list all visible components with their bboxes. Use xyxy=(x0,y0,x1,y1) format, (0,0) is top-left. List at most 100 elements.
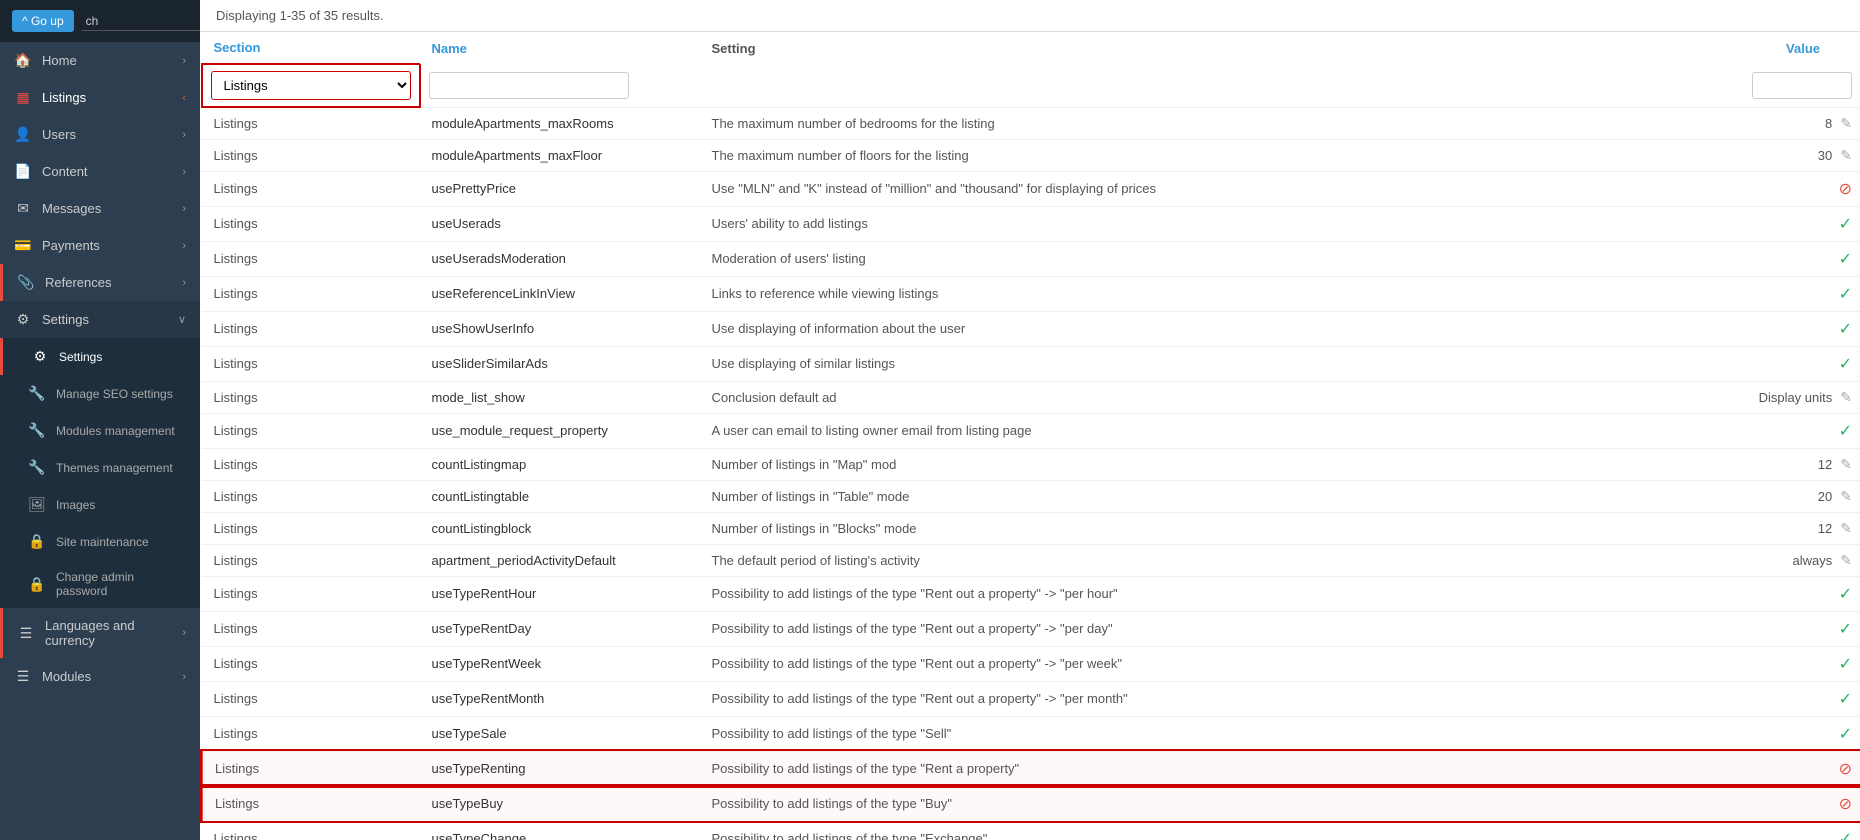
value-text: 30 xyxy=(1818,148,1832,163)
row-section: Listings xyxy=(202,786,420,821)
themes-mgmt-icon: 🔧 xyxy=(28,459,46,476)
row-value: ✓ xyxy=(1700,821,1860,840)
go-up-button[interactable]: ^ Go up xyxy=(12,10,74,32)
row-section: Listings xyxy=(202,576,420,611)
site-maintenance-icon: 🔒 xyxy=(28,533,46,550)
edit-icon[interactable]: ✎ xyxy=(1840,552,1852,568)
sidebar-item-references[interactable]: 📎 References › xyxy=(0,264,200,301)
table-row: ListingsuseSliderSimilarAdsUse displayin… xyxy=(202,346,1860,381)
row-setting: Use displaying of information about the … xyxy=(700,311,1701,346)
table-row: ListingsuseReferenceLinkInViewLinks to r… xyxy=(202,276,1860,311)
row-setting: Possibility to add listings of the type … xyxy=(700,821,1701,840)
sidebar-item-themes-mgmt[interactable]: 🔧 Themes management xyxy=(0,449,200,486)
row-setting: The default period of listing's activity xyxy=(700,544,1701,576)
row-name: countListingblock xyxy=(420,512,700,544)
cross-icon: ⊘ xyxy=(1839,181,1852,198)
col-setting: Setting xyxy=(700,32,1701,64)
check-icon: ✓ xyxy=(1839,216,1852,233)
row-section: Listings xyxy=(202,276,420,311)
sidebar-item-content[interactable]: 📄 Content › xyxy=(0,153,200,190)
value-text: Display units xyxy=(1759,390,1833,405)
table-row: ListingsuseTypeRentWeekPossibility to ad… xyxy=(202,646,1860,681)
row-section: Listings xyxy=(202,646,420,681)
row-value: ✓ xyxy=(1700,576,1860,611)
table-row: ListingsuseTypeRentDayPossibility to add… xyxy=(202,611,1860,646)
sidebar-label-themes-mgmt: Themes management xyxy=(56,461,186,475)
row-name: useUseradsModeration xyxy=(420,241,700,276)
row-name: useTypeChange xyxy=(420,821,700,840)
sidebar-item-modules[interactable]: ☰ Modules › xyxy=(0,658,200,695)
row-setting: Moderation of users' listing xyxy=(700,241,1701,276)
sidebar-item-manage-seo[interactable]: 🔧 Manage SEO settings xyxy=(0,375,200,412)
sidebar-label-settings: Settings xyxy=(59,350,186,364)
users-icon: 👤 xyxy=(14,126,32,143)
sidebar-item-settings[interactable]: ⚙ Settings xyxy=(0,338,200,375)
main-content: Displaying 1-35 of 35 results. Section N… xyxy=(200,0,1860,840)
sidebar-item-payments[interactable]: 💳 Payments › xyxy=(0,227,200,264)
edit-icon[interactable]: ✎ xyxy=(1840,115,1852,131)
row-section: Listings xyxy=(202,611,420,646)
row-setting: Possibility to add listings of the type … xyxy=(700,646,1701,681)
sidebar-item-site-maintenance[interactable]: 🔒 Site maintenance xyxy=(0,523,200,560)
row-value: ✓ xyxy=(1700,311,1860,346)
table-row: ListingsuseUseradsUsers' ability to add … xyxy=(202,206,1860,241)
sidebar-item-images[interactable]: 🖼 Images xyxy=(0,486,200,523)
sidebar-item-languages[interactable]: ☰ Languages and currency › xyxy=(0,608,200,658)
row-name: useTypeRentHour xyxy=(420,576,700,611)
row-value: always✎ xyxy=(1700,544,1860,576)
sidebar-item-listings[interactable]: ▦ Listings ‹ xyxy=(0,79,200,116)
value-filter-input[interactable] xyxy=(1752,72,1852,99)
table-row: ListingsuseTypeRentMonthPossibility to a… xyxy=(202,681,1860,716)
col-name: Name xyxy=(420,32,700,64)
edit-icon[interactable]: ✎ xyxy=(1840,488,1852,504)
manage-seo-icon: 🔧 xyxy=(28,385,46,402)
sidebar-label-change-admin: Change admin password xyxy=(56,570,186,598)
listings-icon: ▦ xyxy=(14,89,32,106)
content-icon: 📄 xyxy=(14,163,32,180)
row-setting: Possibility to add listings of the type … xyxy=(700,576,1701,611)
row-name: countListingmap xyxy=(420,448,700,480)
sidebar-label-payments: Payments xyxy=(42,238,182,253)
sidebar-label-modules-mgmt: Modules management xyxy=(56,424,186,438)
sidebar-item-change-admin[interactable]: 🔒 Change admin password xyxy=(0,560,200,608)
edit-icon[interactable]: ✎ xyxy=(1840,147,1852,163)
section-filter-select[interactable]: Listings xyxy=(211,71,411,100)
check-icon: ✓ xyxy=(1839,356,1852,373)
sidebar-item-home[interactable]: 🏠 Home › xyxy=(0,42,200,79)
name-filter-input[interactable] xyxy=(429,72,629,99)
row-name: useTypeRentWeek xyxy=(420,646,700,681)
settings-table: Section Name Setting Value Listings xyxy=(200,32,1860,840)
edit-icon[interactable]: ✎ xyxy=(1840,520,1852,536)
table-row: ListingsmoduleApartments_maxRoomsThe max… xyxy=(202,107,1860,139)
cross-icon: ⊘ xyxy=(1839,796,1852,813)
chevron-right-icon: › xyxy=(182,240,186,252)
sidebar-item-messages[interactable]: ✉ Messages › xyxy=(0,190,200,227)
row-section: Listings xyxy=(202,544,420,576)
sidebar-item-settings-parent[interactable]: ⚙ Settings ∨ xyxy=(0,301,200,338)
languages-icon: ☰ xyxy=(17,625,35,642)
row-value: ✓ xyxy=(1700,716,1860,751)
check-icon: ✓ xyxy=(1839,691,1852,708)
results-summary: Displaying 1-35 of 35 results. xyxy=(200,0,1860,32)
row-setting: A user can email to listing owner email … xyxy=(700,413,1701,448)
sidebar-label-site-maintenance: Site maintenance xyxy=(56,535,186,549)
check-icon: ✓ xyxy=(1839,656,1852,673)
row-section: Listings xyxy=(202,107,420,139)
search-input[interactable] xyxy=(82,12,200,31)
row-section: Listings xyxy=(202,381,420,413)
check-icon: ✓ xyxy=(1839,831,1852,840)
sidebar-item-modules-mgmt[interactable]: 🔧 Modules management xyxy=(0,412,200,449)
row-setting: Number of listings in "Blocks" mode xyxy=(700,512,1701,544)
sidebar-item-users[interactable]: 👤 Users › xyxy=(0,116,200,153)
row-section: Listings xyxy=(202,512,420,544)
table-row: ListingsuseTypeRentingPossibility to add… xyxy=(202,751,1860,786)
col-section: Section xyxy=(202,32,420,64)
edit-icon[interactable]: ✎ xyxy=(1840,389,1852,405)
row-setting: Possibility to add listings of the type … xyxy=(700,786,1701,821)
row-setting: Number of listings in "Map" mod xyxy=(700,448,1701,480)
row-value: ✓ xyxy=(1700,681,1860,716)
table-wrapper[interactable]: Section Name Setting Value Listings xyxy=(200,32,1860,840)
row-setting: The maximum number of bedrooms for the l… xyxy=(700,107,1701,139)
check-icon: ✓ xyxy=(1839,621,1852,638)
edit-icon[interactable]: ✎ xyxy=(1840,456,1852,472)
